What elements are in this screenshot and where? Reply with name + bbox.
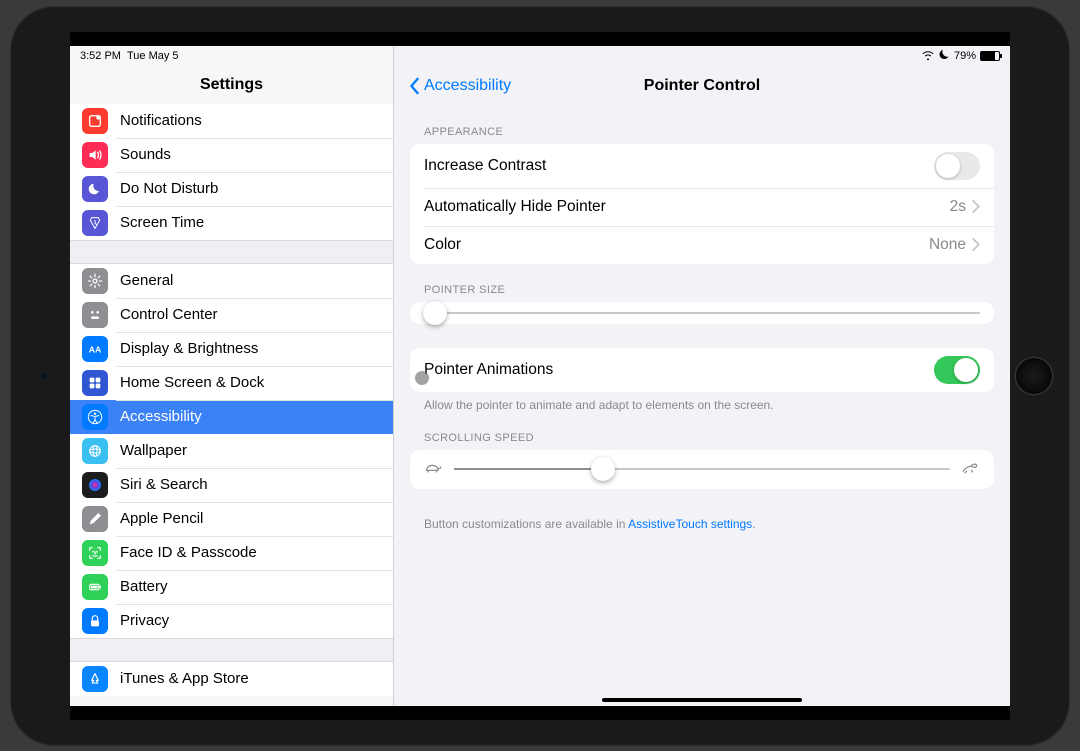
- sidebar-item-home[interactable]: Home Screen & Dock: [70, 366, 393, 400]
- scrolling-speed-slider-card: [410, 450, 994, 489]
- sidebar-item-sounds[interactable]: Sounds: [70, 138, 393, 172]
- back-label: Accessibility: [424, 77, 511, 95]
- front-camera: [40, 372, 48, 380]
- scrolling-speed-slider[interactable]: [454, 468, 950, 470]
- screentime-icon: [82, 210, 108, 236]
- chevron-right-icon: [972, 238, 980, 251]
- general-icon: [82, 268, 108, 294]
- sidebar-item-label: Face ID & Passcode: [120, 544, 257, 561]
- sidebar-item-screentime[interactable]: Screen Time: [70, 206, 393, 240]
- assistivetouch-link[interactable]: AssistiveTouch settings: [628, 517, 752, 531]
- sidebar-item-label: Apple Pencil: [120, 510, 203, 527]
- sidebar-item-general[interactable]: General: [70, 264, 393, 298]
- dnd-icon: [82, 176, 108, 202]
- sidebar-item-control[interactable]: Control Center: [70, 298, 393, 332]
- sidebar-item-wallpaper[interactable]: Wallpaper: [70, 434, 393, 468]
- sidebar-item-label: Control Center: [120, 306, 218, 323]
- sidebar-item-display[interactable]: AA Display & Brightness: [70, 332, 393, 366]
- screen: 3:52 PM Tue May 5 79% Settings Not: [70, 32, 1010, 720]
- content-area: 3:52 PM Tue May 5 79% Settings Not: [70, 46, 1010, 706]
- pointer-animations-card: Pointer Animations: [410, 348, 994, 392]
- sidebar-item-label: Privacy: [120, 612, 169, 629]
- increase-contrast-toggle[interactable]: [934, 152, 980, 180]
- pointer-size-slider[interactable]: [424, 312, 980, 314]
- sidebar-item-siri[interactable]: Siri & Search: [70, 468, 393, 502]
- sidebar-item-appstore[interactable]: iTunes & App Store: [70, 662, 393, 696]
- accessibility-icon: [82, 404, 108, 430]
- status-date: Tue May 5: [127, 50, 179, 62]
- home-indicator[interactable]: [602, 698, 802, 702]
- sidebar-item-label: Sounds: [120, 146, 171, 163]
- footer-note: Button customizations are available in A…: [394, 489, 1010, 531]
- hare-icon: [960, 460, 980, 479]
- appstore-icon: [82, 666, 108, 692]
- sidebar-item-battery[interactable]: Battery: [70, 570, 393, 604]
- auto-hide-pointer-row[interactable]: Automatically Hide Pointer 2s: [410, 188, 994, 226]
- row-label: Increase Contrast: [424, 157, 546, 175]
- color-row[interactable]: Color None: [410, 226, 994, 264]
- sidebar-item-label: General: [120, 272, 173, 289]
- battery-icon: [980, 51, 1000, 61]
- battery-icon: [82, 574, 108, 600]
- wifi-icon: [921, 49, 935, 63]
- sidebar-title: Settings: [70, 66, 393, 104]
- appearance-card: Increase Contrast Automatically Hide Poi…: [410, 144, 994, 264]
- sidebar-item-label: Accessibility: [120, 408, 202, 425]
- nav-header: Accessibility Pointer Control: [394, 66, 1010, 106]
- row-label: Pointer Animations: [424, 361, 553, 379]
- auto-hide-value: 2s: [950, 198, 966, 216]
- row-label: Automatically Hide Pointer: [424, 198, 606, 216]
- pencil-icon: [82, 506, 108, 532]
- sidebar-item-label: Home Screen & Dock: [120, 374, 264, 391]
- sidebar-item-privacy[interactable]: Privacy: [70, 604, 393, 638]
- dnd-moon-icon: [939, 49, 950, 63]
- notifications-icon: [82, 108, 108, 134]
- privacy-icon: [82, 608, 108, 634]
- home-icon: [82, 370, 108, 396]
- wallpaper-icon: [82, 438, 108, 464]
- home-button[interactable]: [1016, 358, 1052, 394]
- sidebar-item-accessibility[interactable]: Accessibility: [70, 400, 393, 434]
- sidebar-item-pencil[interactable]: Apple Pencil: [70, 502, 393, 536]
- faceid-icon: [82, 540, 108, 566]
- sidebar-item-faceid[interactable]: Face ID & Passcode: [70, 536, 393, 570]
- section-header-pointer-size: POINTER SIZE: [394, 264, 1010, 302]
- pointer-animations-note: Allow the pointer to animate and adapt t…: [394, 392, 1010, 412]
- section-header-scrolling-speed: SCROLLING SPEED: [394, 412, 1010, 450]
- section-header-appearance: APPEARANCE: [394, 106, 1010, 144]
- sidebar-item-label: Siri & Search: [120, 476, 208, 493]
- svg-text:AA: AA: [89, 344, 102, 354]
- sidebar-item-notifications[interactable]: Notifications: [70, 104, 393, 138]
- increase-contrast-row[interactable]: Increase Contrast: [410, 144, 994, 188]
- status-time: 3:52 PM: [80, 50, 121, 62]
- display-icon: AA: [82, 336, 108, 362]
- ipad-frame: 3:52 PM Tue May 5 79% Settings Not: [10, 6, 1070, 746]
- sidebar-item-label: Notifications: [120, 112, 202, 129]
- sidebar-item-label: Do Not Disturb: [120, 180, 218, 197]
- sounds-icon: [82, 142, 108, 168]
- siri-icon: [82, 472, 108, 498]
- status-bar: 3:52 PM Tue May 5 79%: [70, 46, 1010, 66]
- back-button[interactable]: Accessibility: [408, 77, 511, 95]
- sidebar-item-label: Display & Brightness: [120, 340, 258, 357]
- sidebar-item-label: iTunes & App Store: [120, 670, 249, 687]
- pointer-size-slider-card: [410, 302, 994, 324]
- pointer-animations-row[interactable]: Pointer Animations: [410, 348, 994, 392]
- sidebar-item-label: Battery: [120, 578, 168, 595]
- tortoise-icon: [424, 460, 444, 479]
- chevron-right-icon: [972, 200, 980, 213]
- pointer-cursor-indicator: [415, 371, 429, 385]
- pointer-animations-toggle[interactable]: [934, 356, 980, 384]
- row-label: Color: [424, 236, 461, 254]
- color-value: None: [929, 236, 966, 254]
- settings-sidebar[interactable]: Settings Notifications Sounds Do Not Distu…: [70, 46, 394, 706]
- control-icon: [82, 302, 108, 328]
- detail-pane: Accessibility Pointer Control APPEARANCE…: [394, 46, 1010, 706]
- sidebar-item-label: Screen Time: [120, 214, 204, 231]
- battery-percent: 79%: [954, 50, 976, 62]
- sidebar-item-dnd[interactable]: Do Not Disturb: [70, 172, 393, 206]
- sidebar-item-label: Wallpaper: [120, 442, 187, 459]
